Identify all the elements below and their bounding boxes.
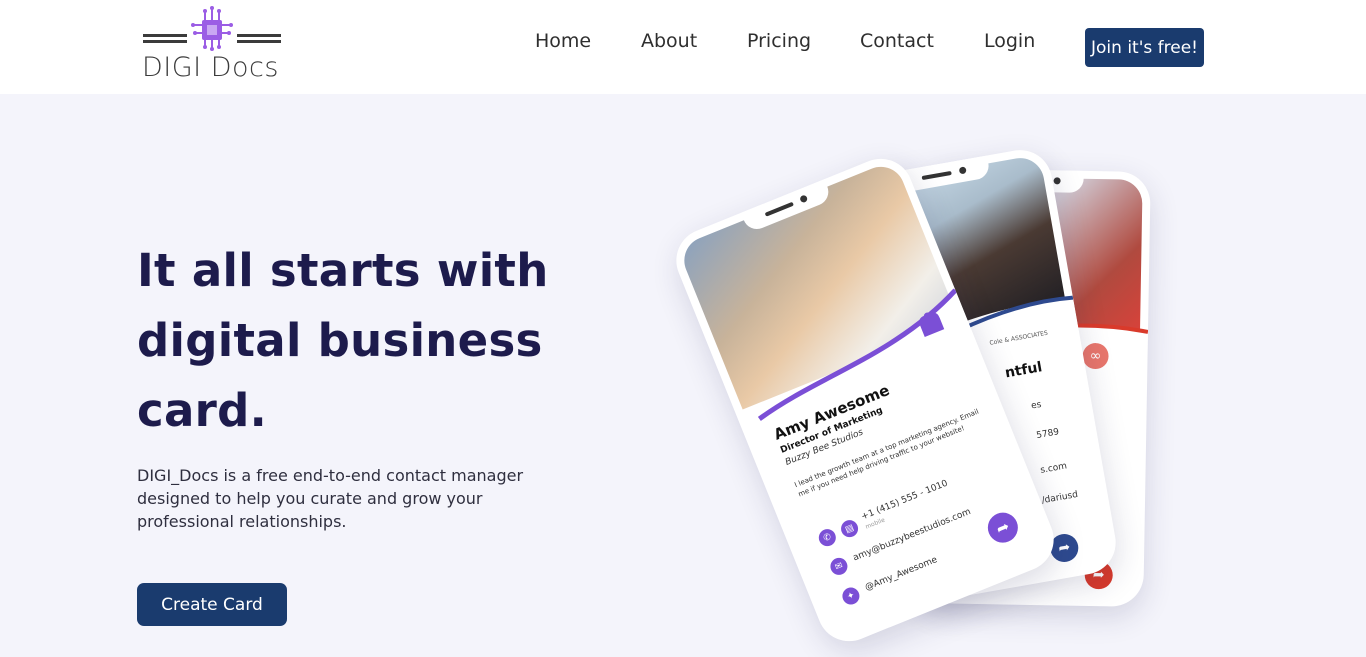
nav-about-link[interactable]: About [641, 30, 697, 52]
card-name-fragment: ntful [1003, 359, 1044, 382]
share-icon: ➦ [983, 508, 1023, 548]
phone-mockups-illustration: ∞ ➦ Cole & ASSOCIATES ntful es 5789 s.co… [666, 140, 1170, 651]
phone-icon: ✆ [816, 526, 839, 549]
join-free-button[interactable]: Join it's free! [1085, 28, 1204, 67]
card-social-fragment: /dariusd [1040, 489, 1079, 507]
create-card-button[interactable]: Create Card [137, 583, 287, 626]
card-email-fragment: s.com [1039, 461, 1068, 476]
nav-contact-link[interactable]: Contact [860, 30, 934, 52]
nav-login-link[interactable]: Login [984, 30, 1035, 52]
chip-logo-icon [143, 6, 281, 51]
brand-logo[interactable]: DIGI Docs [141, 6, 286, 83]
card-line: es [1030, 399, 1043, 412]
hero-title: It all starts with digital business card… [137, 244, 549, 437]
infinity-logo-icon: ∞ [1082, 342, 1109, 370]
card-twitter: @Amy_Awesome [863, 555, 939, 594]
brand-name: DIGI Docs [142, 52, 279, 83]
email-icon: ✉ [827, 555, 850, 578]
card-phone: +1 (415) 555 - 1010 [860, 478, 950, 523]
hero-description: DIGI_Docs is a free end-to-end contact m… [137, 466, 524, 531]
card-phone-fragment: 5789 [1035, 427, 1060, 442]
twitter-icon: ✦ [839, 584, 862, 608]
nav-home-link[interactable]: Home [535, 30, 591, 52]
message-icon: ▤ [838, 517, 861, 540]
nav-pricing-link[interactable]: Pricing [747, 30, 811, 52]
navbar: DIGI Docs Home About Pricing Contact Log… [0, 0, 1366, 94]
